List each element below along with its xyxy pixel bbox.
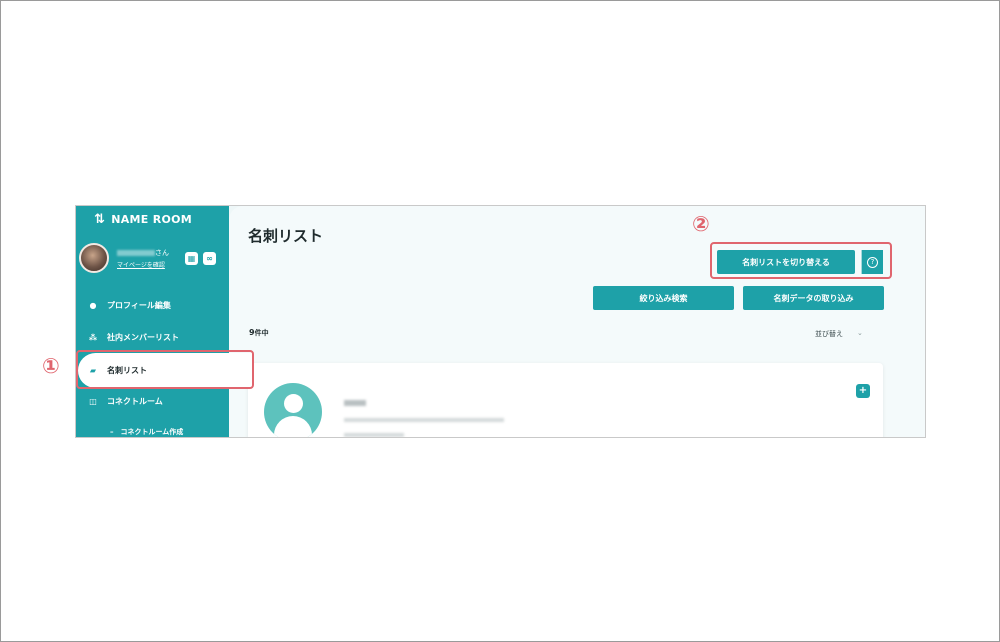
sidebar-item-connect-room[interactable]: ◫ コネクトルーム xyxy=(88,393,163,409)
logo-icon: ⇅ xyxy=(94,212,106,227)
sort-label: 並び替え xyxy=(815,330,843,338)
app-screenshot: ⇅ NAME ROOM さん マイページを確認 ▦ ∞ ● プロフィール編集 ⁂… xyxy=(75,205,926,438)
page-title: 名刺リスト xyxy=(248,227,324,245)
room-icon: ◫ xyxy=(89,396,97,406)
default-avatar-icon xyxy=(264,383,322,437)
sort-dropdown[interactable]: 並び替え ⌄ xyxy=(815,329,863,339)
annotation-marker-1: ① xyxy=(42,354,60,378)
link-icon[interactable]: ∞ xyxy=(203,252,216,265)
user-profile: さん マイページを確認 ▦ ∞ xyxy=(79,243,227,275)
highlight-box-1 xyxy=(76,350,254,389)
add-button[interactable]: + xyxy=(856,384,870,398)
name-suffix: さん xyxy=(155,249,169,257)
blurred-card-email xyxy=(344,418,504,422)
blurred-name xyxy=(117,250,155,256)
annotation-marker-2: ② xyxy=(692,212,710,236)
import-data-button[interactable]: 名刺データの取り込み xyxy=(743,286,884,310)
highlight-box-2 xyxy=(710,242,892,279)
result-count: 9件中 xyxy=(249,328,269,338)
count-unit: 件中 xyxy=(254,329,269,337)
sidebar-subitem-create-room[interactable]: – コネクトルーム作成 xyxy=(110,427,183,437)
app-logo[interactable]: ⇅ NAME ROOM xyxy=(94,212,192,227)
user-name: さん xyxy=(117,248,169,258)
blurred-card-date xyxy=(344,433,404,437)
sidebar-item-member-list[interactable]: ⁂ 社内メンバーリスト xyxy=(88,329,179,345)
sidebar-item-label: プロフィール編集 xyxy=(107,300,171,310)
sidebar-item-label: 社内メンバーリスト xyxy=(107,332,179,342)
sidebar: ⇅ NAME ROOM さん マイページを確認 ▦ ∞ ● プロフィール編集 ⁂… xyxy=(76,206,229,437)
blurred-card-name xyxy=(344,400,366,406)
main-content: 名刺リスト 名刺リストを切り替える ? 絞り込み検索 名刺データの取り込み 9件… xyxy=(229,206,925,437)
filter-search-button[interactable]: 絞り込み検索 xyxy=(593,286,734,310)
sidebar-item-profile-edit[interactable]: ● プロフィール編集 xyxy=(88,297,171,313)
business-card[interactable]: + xyxy=(248,363,883,437)
sidebar-item-label: コネクトルーム xyxy=(107,396,163,406)
logo-text: NAME ROOM xyxy=(111,213,193,226)
qr-icon[interactable]: ▦ xyxy=(185,252,198,265)
group-icon: ⁂ xyxy=(88,332,98,342)
avatar[interactable] xyxy=(79,243,109,273)
chevron-down-icon: ⌄ xyxy=(857,329,863,337)
mypage-link[interactable]: マイページを確認 xyxy=(117,260,165,269)
person-icon: ● xyxy=(89,300,97,310)
